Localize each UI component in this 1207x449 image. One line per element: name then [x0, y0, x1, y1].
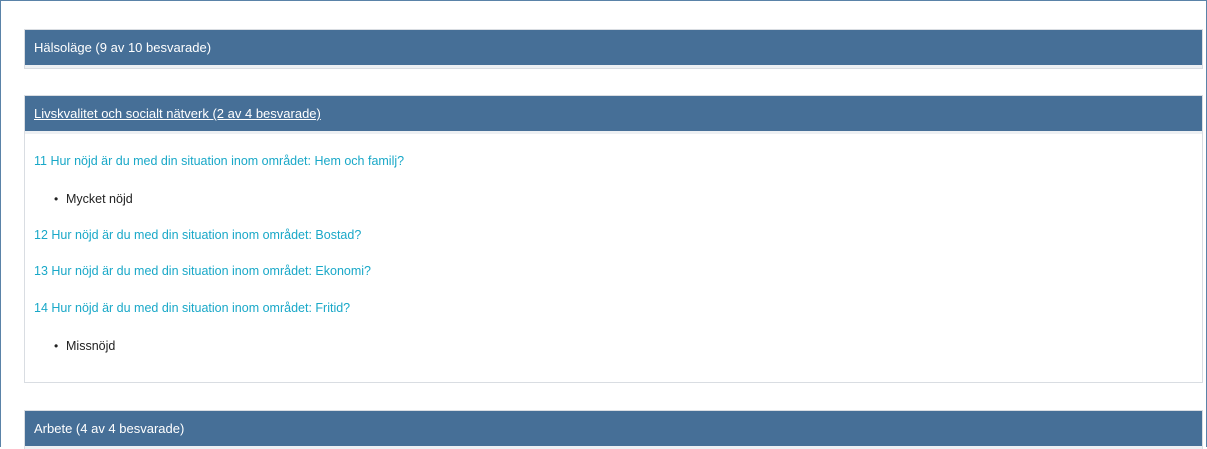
section-livskvalitet: Livskvalitet och socialt nätverk (2 av 4…: [24, 95, 1203, 383]
answer-text: Missnöjd: [66, 339, 116, 353]
bullet-icon: •: [54, 192, 59, 206]
bullet-icon: •: [54, 339, 59, 353]
question-14-answer: • Missnöjd: [54, 339, 116, 353]
section-livskvalitet-title[interactable]: Livskvalitet och socialt nätverk (2 av 4…: [34, 106, 321, 121]
section-arbete-header[interactable]: Arbete (4 av 4 besvarade): [25, 411, 1202, 449]
section-livskvalitet-header[interactable]: Livskvalitet och socialt nätverk (2 av 4…: [25, 96, 1202, 134]
question-14-link[interactable]: 14 Hur nöjd är du med din situation inom…: [34, 301, 350, 315]
question-13-link[interactable]: 13 Hur nöjd är du med din situation inom…: [34, 264, 371, 278]
question-12-link[interactable]: 12 Hur nöjd är du med din situation inom…: [34, 228, 361, 242]
section-halsolage: Hälsoläge (9 av 10 besvarade): [24, 29, 1203, 69]
question-11-link[interactable]: 11 Hur nöjd är du med din situation inom…: [34, 154, 404, 168]
section-halsolage-header[interactable]: Hälsoläge (9 av 10 besvarade): [25, 30, 1202, 68]
question-11-answer: • Mycket nöjd: [54, 192, 133, 206]
section-halsolage-title[interactable]: Hälsoläge (9 av 10 besvarade): [34, 40, 211, 55]
answer-text: Mycket nöjd: [66, 192, 133, 206]
section-arbete: Arbete (4 av 4 besvarade): [24, 410, 1203, 449]
section-arbete-title[interactable]: Arbete (4 av 4 besvarade): [34, 421, 184, 436]
